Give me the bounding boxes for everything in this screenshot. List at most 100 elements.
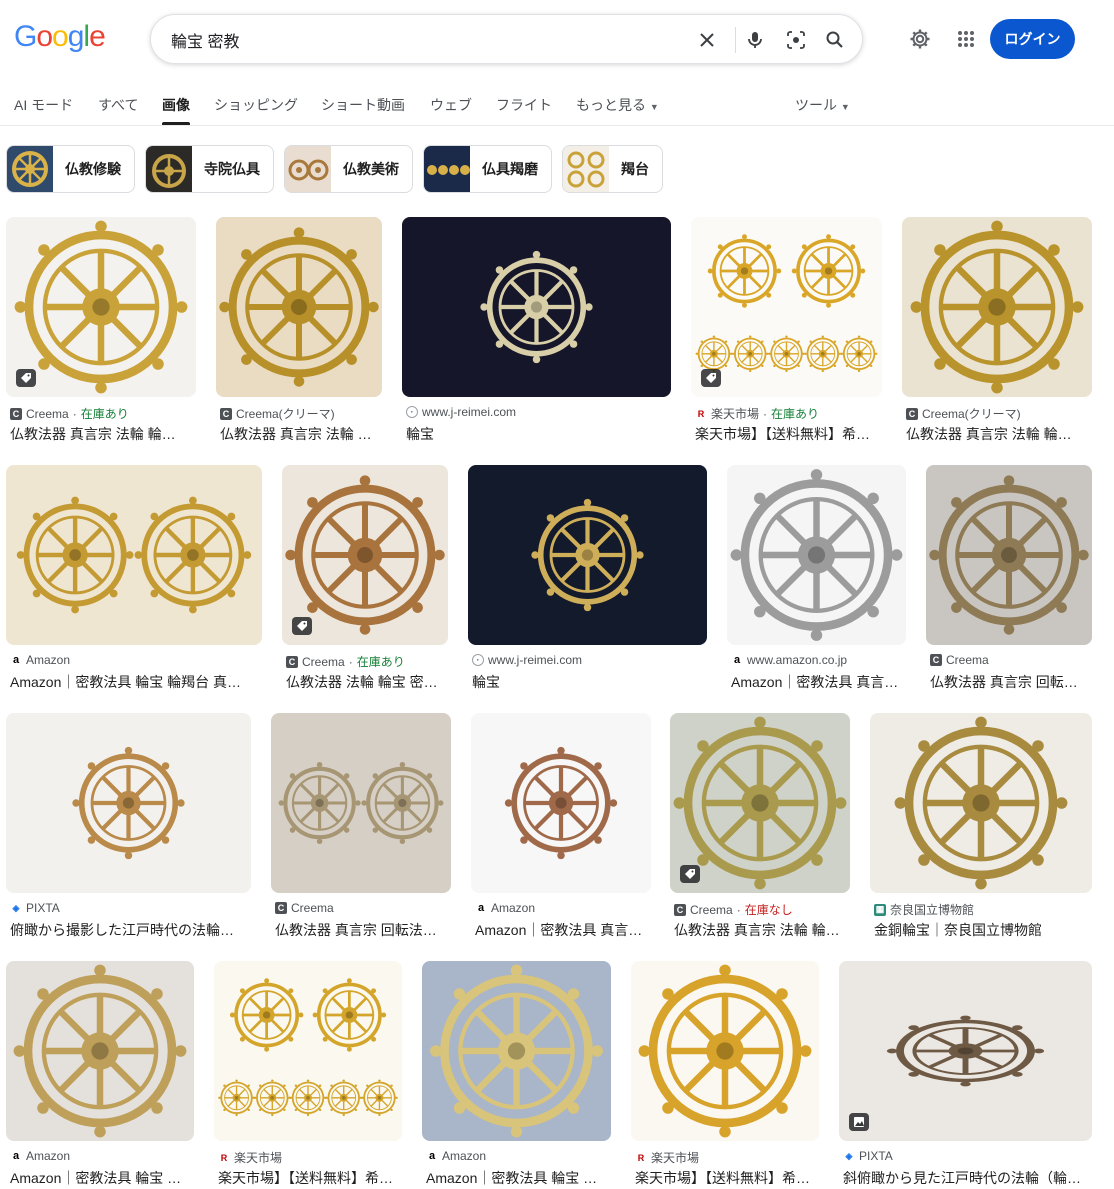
separator-dot: · (736, 902, 741, 917)
result-thumbnail[interactable] (870, 713, 1092, 893)
chip-ritual-katsuma[interactable]: 仏具羯磨 (423, 145, 552, 193)
chip-temple-ritual[interactable]: 寺院仏具 (145, 145, 274, 193)
tab-all[interactable]: すべて (98, 95, 138, 115)
image-result-card[interactable]: a Amazon Amazon｜密教法具 輪宝 … (422, 961, 611, 1189)
result-thumbnail[interactable] (216, 217, 382, 397)
result-thumbnail[interactable] (902, 217, 1092, 397)
image-result-card[interactable]: R 楽天市場 · 在庫あり 楽天市場】【送料無料】希… (691, 217, 882, 445)
tab-ai-mode[interactable]: AI モード (14, 95, 73, 115)
result-thumbnail[interactable] (839, 961, 1092, 1141)
image-result-card[interactable]: a www.amazon.co.jp Amazon｜密教法具 真言… (727, 465, 906, 693)
image-result-card[interactable]: ◈ PIXTA 俯瞰から撮影した江戸時代の法輪… (6, 713, 251, 941)
result-title[interactable]: Amazon｜密教法具 輪宝 … (10, 1168, 190, 1188)
image-result-card[interactable]: R 楽天市場楽天市場】【送料無料】希… (214, 961, 402, 1189)
result-title[interactable]: 俯瞰から撮影した江戸時代の法輪… (10, 920, 247, 940)
result-title[interactable]: 仏教法器 法輪 輪宝 密… (286, 672, 444, 692)
image-result-card[interactable]: · www.j-reimei.com 輪宝 (468, 465, 707, 693)
result-thumbnail[interactable] (468, 465, 707, 645)
image-result-card[interactable]: ◈ PIXTA 斜俯瞰から見た江戸時代の法輪（輪… (839, 961, 1092, 1189)
result-source[interactable]: a Amazon (10, 653, 262, 667)
google-logo[interactable]: Google (14, 20, 106, 54)
login-button[interactable]: ログイン (990, 19, 1075, 59)
result-source[interactable]: C Creema (275, 901, 451, 915)
image-result-card[interactable]: C Creema 仏教法器 真言宗 回転法… (271, 713, 451, 941)
apps-grid-icon[interactable] (953, 26, 979, 52)
result-thumbnail[interactable] (926, 465, 1092, 645)
search-icon[interactable] (823, 28, 847, 52)
result-title[interactable]: 斜俯瞰から見た江戸時代の法輪（輪… (843, 1168, 1088, 1188)
result-source[interactable]: a Amazon (475, 901, 651, 915)
chip-buddhism-shugen[interactable]: 仏教修験 (6, 145, 135, 193)
image-result-card[interactable]: ▦ 奈良国立博物館 金銅輪宝｜奈良国立博物館 (870, 713, 1092, 941)
result-source[interactable]: · www.j-reimei.com (406, 405, 671, 419)
result-source[interactable]: ◈ PIXTA (10, 901, 251, 915)
result-title[interactable]: 輪宝 (472, 672, 703, 692)
result-title[interactable]: 仏教法器 真言宗 回転法… (275, 920, 447, 940)
result-source[interactable]: C Creema (930, 653, 1092, 667)
result-source[interactable]: C Creema · 在庫あり (286, 653, 448, 670)
result-title[interactable]: 金銅輪宝｜奈良国立博物館 (874, 920, 1088, 940)
result-source[interactable]: C Creema(クリーマ) (220, 405, 382, 422)
result-title[interactable]: 仏教法器 真言宗 法輪 輪… (10, 424, 192, 444)
result-title[interactable]: Amazon｜密教法具 真言… (475, 920, 647, 940)
result-source[interactable]: a Amazon (426, 1149, 611, 1163)
result-thumbnail[interactable] (631, 961, 819, 1141)
result-thumbnail[interactable] (471, 713, 651, 893)
result-source[interactable]: a www.amazon.co.jp (731, 653, 906, 667)
result-thumbnail[interactable] (271, 713, 451, 893)
result-title[interactable]: Amazon｜密教法具 輪宝 輪羯台 真… (10, 672, 258, 692)
result-source[interactable]: C Creema(クリーマ) (906, 405, 1092, 422)
result-source[interactable]: · www.j-reimei.com (472, 653, 707, 667)
result-thumbnail[interactable] (6, 961, 194, 1141)
result-title[interactable]: 楽天市場】【送料無料】希… (695, 424, 878, 444)
result-title[interactable]: 仏教法器 真言宗 法輪 輪… (906, 424, 1088, 444)
clear-icon[interactable] (695, 28, 719, 52)
chip-katsuma-stand[interactable]: 羯台 (562, 145, 663, 193)
result-source[interactable]: ◈ PIXTA (843, 1149, 1092, 1163)
tab-shopping[interactable]: ショッピング (214, 95, 298, 115)
tab-short-videos[interactable]: ショート動画 (321, 95, 405, 115)
image-result-card[interactable]: a Amazon Amazon｜密教法具 輪宝 … (6, 961, 194, 1189)
tab-more[interactable]: もっと見る ▼ (576, 95, 659, 115)
result-source[interactable]: ▦ 奈良国立博物館 (874, 901, 1092, 918)
result-thumbnail[interactable] (6, 713, 251, 893)
result-thumbnail[interactable] (422, 961, 611, 1141)
result-title[interactable]: 楽天市場】【送料無料】希… (218, 1168, 398, 1188)
tab-web[interactable]: ウェブ (430, 95, 472, 115)
image-result-card[interactable]: C Creema(クリーマ) 仏教法器 真言宗 法輪 … (216, 217, 382, 445)
image-result-card[interactable]: C Creema · 在庫なし 仏教法器 真言宗 法輪 輪… (670, 713, 850, 941)
result-source[interactable]: C Creema · 在庫あり (10, 405, 196, 422)
search-input[interactable] (171, 27, 691, 53)
microphone-icon[interactable] (743, 28, 767, 52)
result-source[interactable]: R 楽天市場 · 在庫あり (695, 405, 882, 422)
image-result-card[interactable]: C Creema · 在庫あり 仏教法器 真言宗 法輪 輪… (6, 217, 196, 445)
settings-gear-icon[interactable] (907, 26, 933, 52)
result-thumbnail[interactable] (214, 961, 402, 1141)
result-thumbnail[interactable] (402, 217, 671, 397)
image-result-card[interactable]: C Creema 仏教法器 真言宗 回転… (926, 465, 1092, 693)
result-thumbnail[interactable] (6, 465, 262, 645)
image-result-card[interactable]: C Creema(クリーマ) 仏教法器 真言宗 法輪 輪… (902, 217, 1092, 445)
result-title[interactable]: Amazon｜密教法具 輪宝 … (426, 1168, 607, 1188)
result-source[interactable]: R 楽天市場 (635, 1149, 819, 1166)
chip-buddhist-art[interactable]: 仏教美術 (284, 145, 413, 193)
result-source[interactable]: R 楽天市場 (218, 1149, 402, 1166)
result-title[interactable]: 仏教法器 真言宗 法輪 … (220, 424, 378, 444)
image-result-card[interactable]: C Creema · 在庫あり 仏教法器 法輪 輪宝 密… (282, 465, 448, 693)
camera-lens-icon[interactable] (784, 28, 808, 52)
result-title[interactable]: Amazon｜密教法具 真言… (731, 672, 902, 692)
image-result-card[interactable]: R 楽天市場楽天市場】【送料無料】希… (631, 961, 819, 1189)
tab-flights[interactable]: フライト (496, 95, 552, 115)
result-title[interactable]: 楽天市場】【送料無料】希… (635, 1168, 815, 1188)
result-source[interactable]: C Creema · 在庫なし (674, 901, 850, 918)
tools-button[interactable]: ツール ▼ (795, 95, 850, 115)
result-title[interactable]: 輪宝 (406, 424, 667, 444)
result-title[interactable]: 仏教法器 真言宗 法輪 輪… (674, 920, 846, 940)
tab-images[interactable]: 画像 (162, 95, 190, 115)
image-result-card[interactable]: a Amazon Amazon｜密教法具 輪宝 輪羯台 真… (6, 465, 262, 693)
image-result-card[interactable]: · www.j-reimei.com 輪宝 (402, 217, 671, 445)
result-thumbnail[interactable] (727, 465, 906, 645)
result-source[interactable]: a Amazon (10, 1149, 194, 1163)
result-title[interactable]: 仏教法器 真言宗 回転… (930, 672, 1088, 692)
image-result-card[interactable]: a Amazon Amazon｜密教法具 真言… (471, 713, 651, 941)
